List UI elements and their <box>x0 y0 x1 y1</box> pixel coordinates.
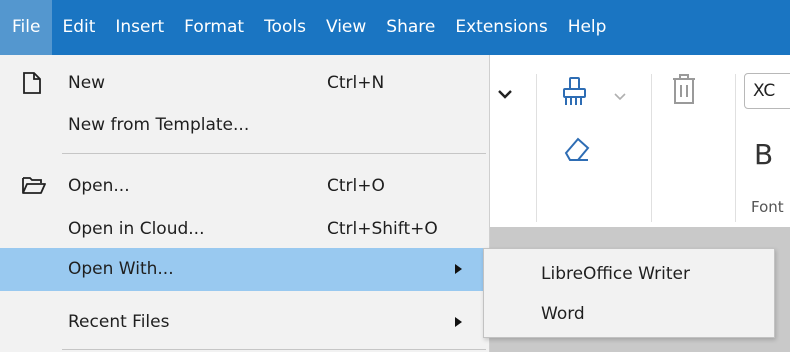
menu-extensions[interactable]: Extensions <box>445 0 557 55</box>
menu-item-label: New from Template... <box>68 115 250 135</box>
menu-insert[interactable]: Insert <box>105 0 174 55</box>
file-menu-dropdown: New Ctrl+N New from Template... Open... … <box>0 55 490 352</box>
submenu-arrow-icon <box>455 264 462 274</box>
menu-item-recent-files[interactable]: Recent Files <box>0 303 489 341</box>
menu-item-label: Recent Files <box>68 312 170 332</box>
shortcut-label: Ctrl+Shift+O <box>327 219 438 239</box>
menu-help[interactable]: Help <box>558 0 617 55</box>
eraser-icon[interactable] <box>560 133 592 165</box>
menu-item-new[interactable]: New Ctrl+N <box>0 64 489 102</box>
file-icon <box>23 72 41 94</box>
menu-item-label: Open With... <box>68 259 174 279</box>
bold-button[interactable]: B <box>754 138 773 171</box>
shortcut-label: Ctrl+O <box>327 176 385 196</box>
paint-bucket-icon[interactable] <box>560 75 590 109</box>
chevron-down-icon[interactable] <box>497 88 513 100</box>
menu-item-open[interactable]: Open... Ctrl+O <box>0 167 489 205</box>
menu-item-label: Open in Cloud... <box>68 219 205 239</box>
submenu-item-label: LibreOffice Writer <box>541 264 690 284</box>
chevron-down-icon[interactable] <box>614 92 626 101</box>
menu-file[interactable]: File <box>0 0 53 55</box>
submenu-item-label: Word <box>541 304 585 324</box>
toolbar-separator <box>536 74 537 222</box>
menu-format[interactable]: Format <box>174 0 254 55</box>
menu-tools[interactable]: Tools <box>254 0 316 55</box>
shortcut-label: Ctrl+N <box>327 73 385 93</box>
toolbar-separator <box>735 74 736 222</box>
folder-open-icon <box>22 177 46 194</box>
toolbar-separator <box>651 74 652 222</box>
open-with-submenu: LibreOffice Writer Word <box>483 248 775 338</box>
submenu-item-word[interactable]: Word <box>484 295 774 333</box>
menu-separator <box>62 153 486 154</box>
font-group-label: Font <box>751 198 784 216</box>
menu-bar: File Edit Insert Format Tools View Share… <box>0 0 790 55</box>
menu-item-label: Open... <box>68 176 130 196</box>
menu-item-open-in-cloud[interactable]: Open in Cloud... Ctrl+Shift+O <box>0 210 489 248</box>
menu-edit[interactable]: Edit <box>52 0 105 55</box>
menu-item-new-from-template[interactable]: New from Template... <box>0 106 489 144</box>
trash-icon[interactable] <box>670 72 698 106</box>
menu-item-open-with[interactable]: Open With... <box>0 248 489 291</box>
submenu-item-libreoffice-writer[interactable]: LibreOffice Writer <box>484 255 774 293</box>
menu-share[interactable]: Share <box>376 0 445 55</box>
font-name-input[interactable]: XC <box>744 73 790 109</box>
menu-item-label: New <box>68 73 106 93</box>
menu-separator <box>62 349 486 350</box>
menu-view[interactable]: View <box>316 0 376 55</box>
submenu-arrow-icon <box>455 317 462 327</box>
